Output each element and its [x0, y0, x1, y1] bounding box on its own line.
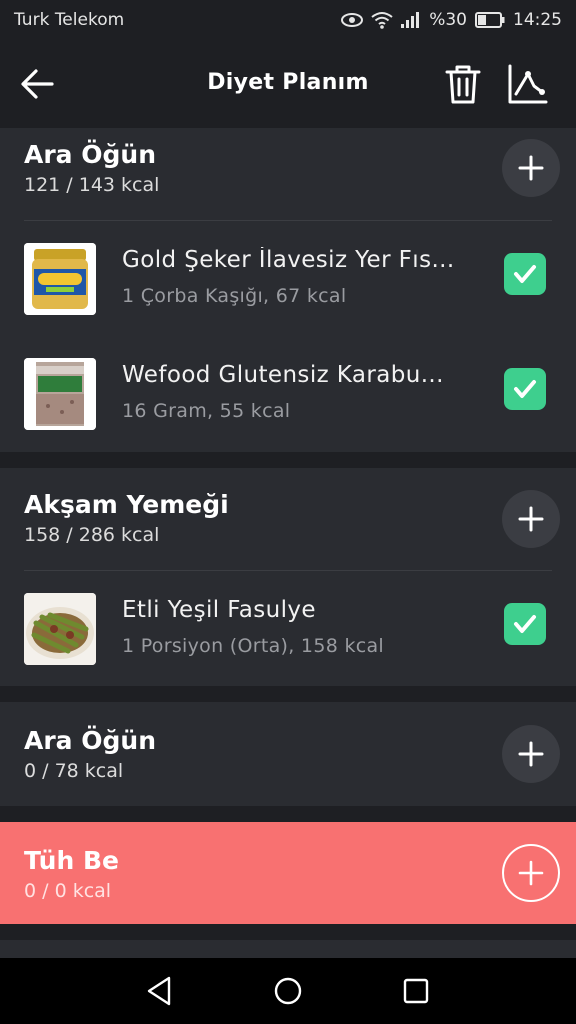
- delete-button[interactable]: [443, 62, 483, 106]
- meal-section-dinner: Akşam Yemeği 158 / 286 kcal Etli Yeşil F…: [0, 468, 576, 686]
- status-icons: %30 14:25: [341, 10, 562, 30]
- eaten-checkbox[interactable]: [504, 253, 546, 295]
- food-item[interactable]: Gold Şeker İlavesiz Yer Fıs... 1 Çorba K…: [0, 235, 576, 325]
- signal-icon: [401, 12, 421, 28]
- wifi-icon: [371, 11, 393, 29]
- plus-icon: [518, 506, 544, 532]
- food-thumbnail: [24, 593, 96, 665]
- carrier-name: Turk Telekom: [14, 10, 125, 30]
- food-name: Gold Şeker İlavesiz Yer Fıs...: [122, 247, 455, 273]
- meal-title: Ara Öğün: [24, 140, 156, 169]
- meal-section-snack-2: Ara Öğün 0 / 78 kcal: [0, 702, 576, 806]
- eye-icon: [341, 12, 364, 28]
- meal-header: Ara Öğün 121 / 143 kcal: [24, 140, 159, 196]
- plus-icon: [518, 155, 544, 181]
- nav-home-button[interactable]: [271, 974, 305, 1008]
- add-food-button[interactable]: [502, 844, 560, 902]
- triangle-back-icon: [147, 976, 171, 1006]
- meal-kcal: 158 / 286 kcal: [24, 524, 160, 546]
- check-icon: [514, 380, 536, 398]
- food-detail: 1 Çorba Kaşığı, 67 kcal: [122, 285, 347, 307]
- meal-kcal: 0 / 0 kcal: [24, 880, 112, 902]
- divider: [24, 570, 552, 571]
- food-thumbnail: [24, 358, 96, 430]
- app-bar: Diyet Planım: [0, 40, 576, 128]
- eaten-checkbox[interactable]: [504, 603, 546, 645]
- meal-title: Tüh Be: [24, 846, 119, 875]
- nav-recents-button[interactable]: [399, 974, 433, 1008]
- meal-section-cheat: Tüh Be 0 / 0 kcal: [0, 822, 576, 924]
- plus-icon: [518, 741, 544, 767]
- statistics-button[interactable]: [506, 62, 550, 106]
- nav-back-button[interactable]: [143, 974, 177, 1008]
- check-icon: [514, 615, 536, 633]
- plus-icon: [518, 860, 544, 886]
- meal-kcal: 121 / 143 kcal: [24, 174, 160, 196]
- food-item[interactable]: Wefood Glutensiz Karabu... 16 Gram, 55 k…: [0, 350, 576, 440]
- add-food-button[interactable]: [502, 490, 560, 548]
- status-bar: Turk Telekom %30 14:25: [0, 0, 576, 40]
- food-name: Etli Yeşil Fasulye: [122, 597, 316, 623]
- meal-section-snack-1: Ara Öğün 121 / 143 kcal Gold Şeker İlave…: [0, 128, 576, 452]
- food-detail: 1 Porsiyon (Orta), 158 kcal: [122, 635, 385, 657]
- meal-header: Ara Öğün 0 / 78 kcal: [24, 726, 156, 782]
- page-title: Diyet Planım: [207, 70, 369, 95]
- add-food-button[interactable]: [502, 725, 560, 783]
- meal-title: Ara Öğün: [24, 726, 156, 755]
- chart-icon: [508, 64, 548, 104]
- battery-percent: %30: [429, 10, 467, 30]
- check-icon: [514, 265, 536, 283]
- trash-icon: [445, 65, 481, 104]
- system-nav-bar: [0, 958, 576, 1024]
- add-food-button[interactable]: [502, 139, 560, 197]
- circle-home-icon: [274, 977, 302, 1005]
- meal-section-next: [0, 940, 576, 958]
- eaten-checkbox[interactable]: [504, 368, 546, 410]
- food-item[interactable]: Etli Yeşil Fasulye 1 Porsiyon (Orta), 15…: [0, 585, 576, 675]
- meal-title: Akşam Yemeği: [24, 490, 229, 519]
- food-thumbnail: [24, 243, 96, 315]
- square-recents-icon: [403, 978, 429, 1004]
- battery-icon: [475, 12, 505, 28]
- meal-header: Tüh Be 0 / 0 kcal: [24, 846, 119, 902]
- meal-kcal: 0 / 78 kcal: [24, 760, 124, 782]
- food-name: Wefood Glutensiz Karabu...: [122, 362, 444, 388]
- divider: [24, 220, 552, 221]
- meal-header: Akşam Yemeği 158 / 286 kcal: [24, 490, 229, 546]
- food-detail: 16 Gram, 55 kcal: [122, 400, 291, 422]
- clock: 14:25: [513, 10, 562, 30]
